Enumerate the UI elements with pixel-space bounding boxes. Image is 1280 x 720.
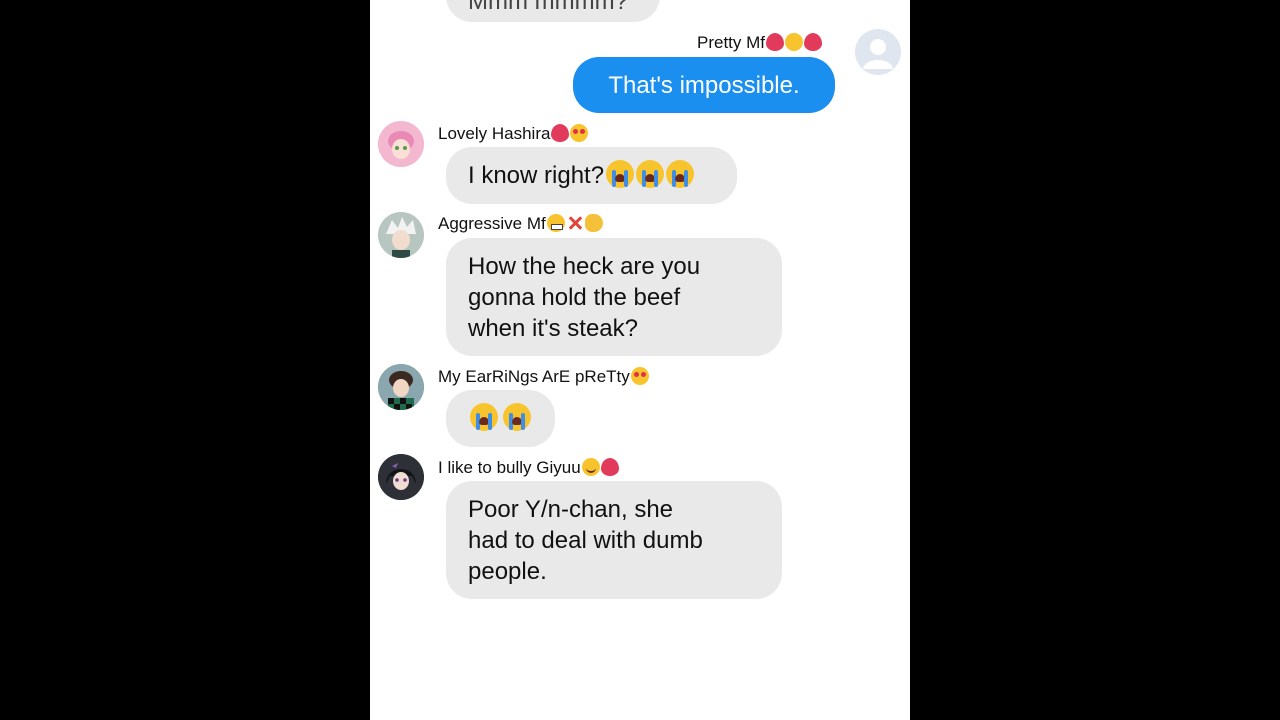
mending-heart-icon [804, 33, 823, 51]
two-hearts-icon [766, 33, 785, 51]
sender-name: My EarRiNgs ArE pReTty [438, 367, 649, 387]
grimacing-face-icon [546, 214, 565, 232]
message-bubble-incoming[interactable]: How the heck are you gonna hold the beef… [446, 238, 782, 356]
message-text-line: Poor Y/n-chan, she [468, 496, 674, 523]
message-bubble-partial: Mmm mmmm? [446, 0, 660, 22]
heart-eyes-icon [630, 367, 649, 385]
kissing-face-icon [785, 33, 804, 51]
chat-screen: Mmm mmmm? Pretty Mf That's impossible. L… [370, 0, 910, 720]
message-text-line: had to deal with dumb [468, 527, 703, 554]
sender-name: Lovely Hashira [438, 124, 589, 144]
message-text-line: gonna hold the beef [468, 284, 681, 311]
dark-hair-avatar[interactable] [378, 454, 424, 500]
message-bubble-outgoing[interactable]: That's impossible. [573, 57, 835, 113]
message-text: Mmm mmmm? [468, 0, 628, 15]
fist-icon [584, 214, 603, 232]
crying-face-icon [666, 160, 695, 188]
avatar-image-icon [378, 454, 424, 500]
avatar-image-icon [378, 364, 424, 410]
pink-green-hair-avatar[interactable] [378, 121, 424, 167]
mending-heart-icon [551, 124, 570, 142]
message-bubble-incoming[interactable] [446, 390, 555, 447]
sender-name: Pretty Mf [697, 33, 823, 53]
sender-name: I like to bully Giyuu [438, 458, 619, 478]
checkered-avatar[interactable] [378, 364, 424, 410]
crying-face-icon [470, 403, 498, 431]
crying-face-icon [636, 160, 665, 188]
two-hearts-icon [600, 458, 619, 476]
crying-face-icon [606, 160, 635, 188]
smiling-face-icon [581, 458, 600, 476]
person-silhouette-icon [863, 39, 893, 69]
message-text-line: How the heck are you [468, 253, 701, 280]
sender-name: Aggressive Mf [438, 214, 603, 234]
message-text-line: people. [468, 558, 547, 585]
default-avatar[interactable] [855, 29, 901, 75]
heart-eyes-icon [570, 124, 589, 142]
anger-symbol-icon [566, 214, 584, 232]
avatar-image-icon [378, 121, 424, 167]
message-bubble-incoming[interactable]: I know right? [446, 147, 737, 204]
message-text: That's impossible. [608, 72, 800, 99]
message-text-line: when it's steak? [468, 315, 639, 342]
crying-face-icon [503, 403, 531, 431]
message-bubble-incoming[interactable]: Poor Y/n-chan, she had to deal with dumb… [446, 481, 782, 599]
avatar-image-icon [378, 212, 424, 258]
white-hair-avatar[interactable] [378, 212, 424, 258]
message-text: I know right? [468, 162, 605, 189]
